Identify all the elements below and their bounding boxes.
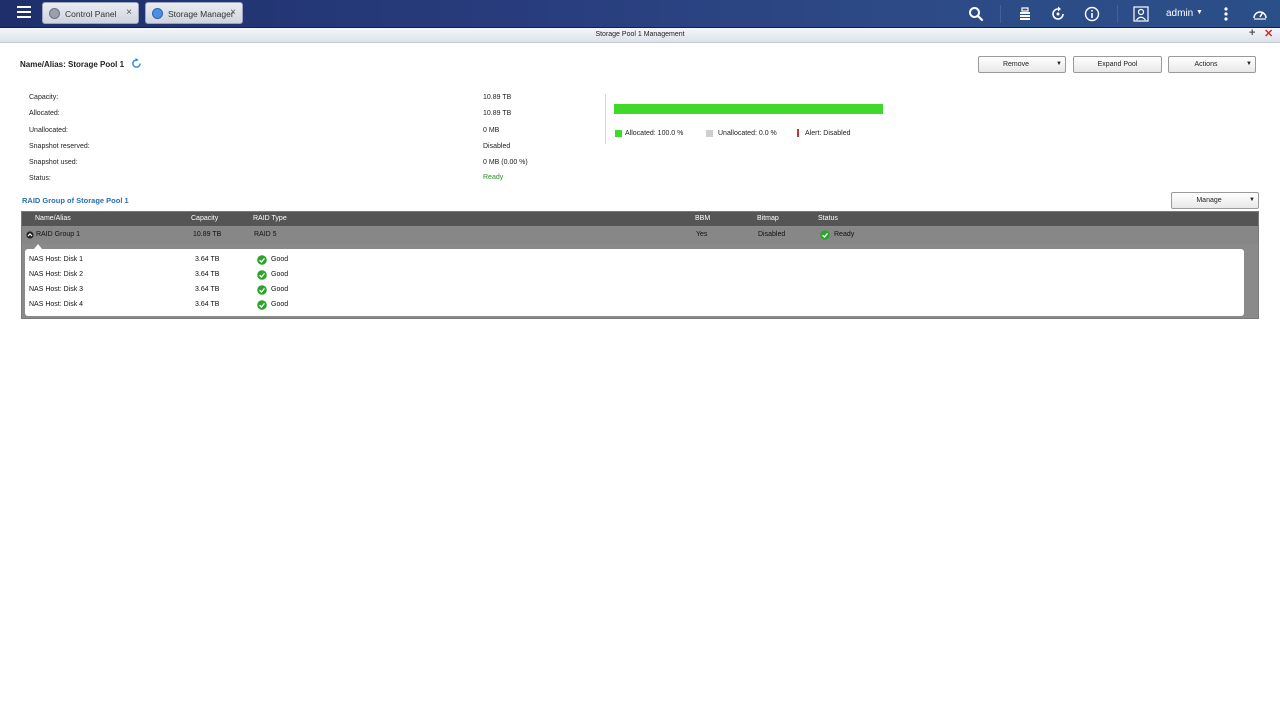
raid-section-title: RAID Group of Storage Pool 1 bbox=[22, 196, 129, 205]
column-bbm[interactable]: BBM bbox=[695, 215, 710, 222]
refresh-icon[interactable] bbox=[131, 58, 142, 69]
capacity-label: Capacity: bbox=[29, 94, 59, 101]
remove-button[interactable]: Remove ▼ bbox=[978, 56, 1066, 73]
sync-icon[interactable] bbox=[1050, 6, 1066, 22]
close-icon[interactable]: × bbox=[230, 7, 236, 18]
disk-capacity: 3.64 TB bbox=[195, 271, 220, 278]
chevron-down-icon[interactable]: ▼ bbox=[1196, 9, 1203, 16]
actions-button[interactable]: Actions ▼ bbox=[1168, 56, 1256, 73]
unallocated-value: 0 MB bbox=[483, 127, 500, 134]
snapshot-used-label: Snapshot used: bbox=[29, 159, 78, 166]
column-raid-type[interactable]: RAID Type bbox=[253, 215, 287, 222]
taskbar: Control Panel × Storage Manager × admin … bbox=[0, 0, 1280, 28]
disk-list: NAS Host: Disk 1 3.64 TB Good NAS Host: … bbox=[25, 249, 1244, 316]
snapshot-reserved-label: Snapshot reserved: bbox=[29, 143, 90, 150]
disk-status: Good bbox=[271, 286, 289, 293]
disk-status: Good bbox=[271, 256, 289, 263]
raid-group-bbm: Yes bbox=[696, 231, 708, 238]
allocated-legend: Allocated: 100.0 % bbox=[625, 130, 684, 137]
plus-icon[interactable]: + bbox=[1249, 27, 1255, 39]
chevron-down-icon: ▼ bbox=[1056, 61, 1062, 67]
remove-label: Remove bbox=[1002, 61, 1030, 68]
unallocated-swatch bbox=[706, 130, 713, 137]
tab-control-panel[interactable]: Control Panel × bbox=[42, 2, 139, 24]
check-circle-icon bbox=[257, 255, 267, 265]
disk-name: NAS Host: Disk 3 bbox=[29, 286, 84, 293]
gear-icon bbox=[49, 8, 60, 19]
tab-label: Storage Manager bbox=[168, 9, 234, 19]
raid-group-name: RAID Group 1 bbox=[36, 231, 80, 238]
snapshot-used-value: 0 MB (0.00 %) bbox=[483, 159, 528, 166]
tab-storage-manager[interactable]: Storage Manager × bbox=[145, 2, 243, 24]
actions-label: Actions bbox=[1194, 61, 1218, 68]
raid-group-status: Ready bbox=[834, 231, 855, 238]
snapshot-reserved-value: Disabled bbox=[483, 143, 511, 150]
unallocated-legend: Unallocated: 0.0 % bbox=[718, 130, 777, 137]
disk-name: NAS Host: Disk 2 bbox=[29, 271, 84, 278]
check-circle-icon bbox=[257, 285, 267, 295]
stack-icon[interactable] bbox=[1017, 6, 1033, 22]
raid-group-capacity: 10.89 TB bbox=[193, 231, 222, 238]
raid-group-type: RAID 5 bbox=[254, 231, 277, 238]
list-item[interactable]: NAS Host: Disk 1 3.64 TB Good bbox=[25, 253, 1244, 268]
allocated-label: Allocated: bbox=[29, 110, 60, 117]
list-item[interactable]: NAS Host: Disk 2 3.64 TB Good bbox=[25, 268, 1244, 283]
disk-capacity: 3.64 TB bbox=[195, 286, 220, 293]
unallocated-label: Unallocated: bbox=[29, 127, 68, 134]
tab-label: Control Panel bbox=[65, 9, 117, 19]
check-circle-icon bbox=[257, 270, 267, 280]
check-circle-icon bbox=[257, 300, 267, 310]
menu-icon[interactable] bbox=[17, 6, 31, 18]
allocated-swatch bbox=[615, 130, 622, 137]
toolbar-divider bbox=[1117, 5, 1118, 23]
column-status[interactable]: Status bbox=[818, 215, 838, 222]
user-icon[interactable] bbox=[1133, 6, 1149, 22]
collapse-icon[interactable] bbox=[26, 231, 34, 239]
usage-bar-allocated bbox=[614, 104, 883, 114]
disk-capacity: 3.64 TB bbox=[195, 256, 220, 263]
close-icon[interactable]: ✕ bbox=[1264, 27, 1273, 40]
disk-status: Good bbox=[271, 271, 289, 278]
status-value: Ready bbox=[483, 174, 504, 181]
window-titlebar: Storage Pool 1 Management + ✕ bbox=[0, 27, 1280, 43]
expand-pool-button[interactable]: Expand Pool bbox=[1073, 56, 1162, 73]
capacity-value: 10.89 TB bbox=[483, 94, 512, 101]
expand-pool-label: Expand Pool bbox=[1097, 61, 1138, 68]
disk-capacity: 3.64 TB bbox=[195, 301, 220, 308]
alert-legend: Alert: Disabled bbox=[805, 130, 851, 137]
search-icon[interactable] bbox=[968, 6, 984, 22]
disk-name: NAS Host: Disk 1 bbox=[29, 256, 84, 263]
alert-marker bbox=[797, 129, 799, 137]
raid-group-bitmap: Disabled bbox=[758, 231, 786, 238]
chevron-down-icon: ▼ bbox=[1249, 197, 1255, 203]
dashboard-icon[interactable] bbox=[1252, 6, 1268, 22]
disk-name: NAS Host: Disk 4 bbox=[29, 301, 84, 308]
storage-icon bbox=[152, 8, 163, 19]
table-header: Name/Alias Capacity RAID Type BBM Bitmap… bbox=[22, 212, 1258, 226]
table-row[interactable]: RAID Group 1 10.89 TB RAID 5 Yes Disable… bbox=[22, 227, 1258, 244]
list-item[interactable]: NAS Host: Disk 4 3.64 TB Good bbox=[25, 298, 1244, 313]
more-vertical-icon[interactable] bbox=[1218, 6, 1234, 22]
pool-name: Name/Alias: Storage Pool 1 bbox=[20, 60, 125, 69]
column-bitmap[interactable]: Bitmap bbox=[757, 215, 779, 222]
column-name[interactable]: Name/Alias bbox=[35, 215, 71, 222]
divider bbox=[605, 94, 606, 144]
toolbar-divider bbox=[1000, 5, 1001, 23]
check-circle-icon bbox=[820, 230, 830, 240]
usage-bar bbox=[614, 104, 883, 114]
chevron-down-icon: ▼ bbox=[1246, 61, 1252, 67]
disk-status: Good bbox=[271, 301, 289, 308]
manage-label: Manage bbox=[1196, 197, 1222, 204]
info-icon[interactable] bbox=[1084, 6, 1100, 22]
manage-button[interactable]: Manage ▼ bbox=[1171, 192, 1259, 209]
username[interactable]: admin bbox=[1166, 8, 1193, 19]
list-item[interactable]: NAS Host: Disk 3 3.64 TB Good bbox=[25, 283, 1244, 298]
close-icon[interactable]: × bbox=[126, 7, 132, 18]
column-capacity[interactable]: Capacity bbox=[191, 215, 218, 222]
window-title: Storage Pool 1 Management bbox=[595, 31, 685, 38]
raid-table: Name/Alias Capacity RAID Type BBM Bitmap… bbox=[21, 211, 1259, 319]
allocated-value: 10.89 TB bbox=[483, 110, 512, 117]
status-label: Status: bbox=[29, 175, 51, 182]
